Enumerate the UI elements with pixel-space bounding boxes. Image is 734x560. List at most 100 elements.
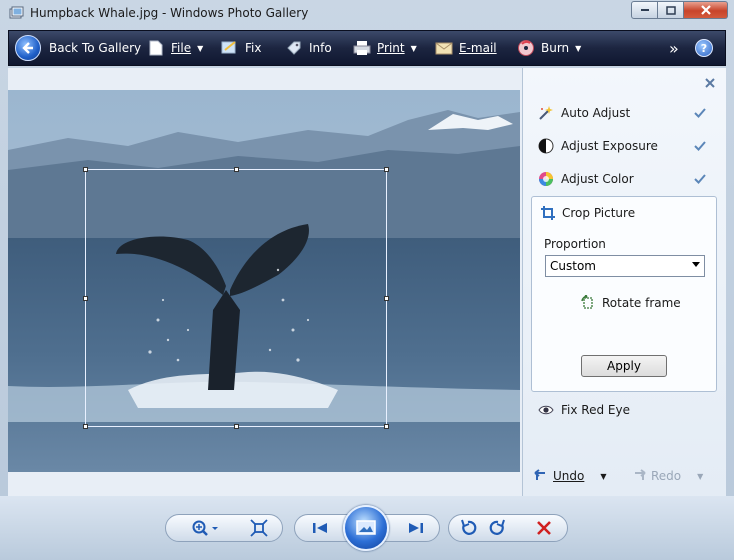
email-button[interactable]: E-mail	[435, 31, 497, 65]
undo-button[interactable]: Undo ▼	[533, 468, 607, 484]
crop-handle-left[interactable]	[83, 296, 88, 301]
rotate-clockwise-icon	[489, 519, 505, 535]
crop-frame[interactable]	[83, 167, 389, 429]
next-button[interactable]	[401, 515, 431, 541]
info-button[interactable]: Info	[285, 31, 332, 65]
previous-button[interactable]	[305, 515, 335, 541]
info-label: Info	[309, 41, 332, 55]
burn-disc-icon	[517, 39, 535, 57]
proportion-dropdown[interactable]: Custom	[545, 255, 705, 277]
photo-viewer[interactable]	[8, 68, 522, 496]
adjust-exposure-label: Adjust Exposure	[561, 139, 658, 153]
chevron-down-icon[interactable]: ▼	[600, 472, 606, 481]
print-menu[interactable]: Print ▼	[353, 31, 417, 65]
next-icon	[409, 523, 423, 533]
title-bar: Humpback Whale.jpg - Windows Photo Galle…	[0, 0, 734, 28]
apply-button[interactable]: Apply	[581, 355, 667, 377]
rotate-frame-icon	[580, 294, 596, 311]
close-icon	[705, 78, 715, 88]
help-icon: ?	[695, 39, 713, 57]
zoom-button[interactable]	[188, 515, 224, 541]
close-icon	[700, 5, 711, 15]
command-bar: Back To Gallery File ▼ Fix Info Print ▼ …	[8, 30, 726, 66]
previous-icon	[313, 523, 327, 533]
adjust-color-item[interactable]: Adjust Color	[537, 168, 634, 190]
rotate-clockwise-button[interactable]	[485, 515, 511, 541]
maximize-button[interactable]	[658, 1, 684, 19]
back-arrow-icon	[15, 35, 41, 61]
checkmark-icon	[694, 174, 706, 184]
more-commands-button[interactable]: »	[669, 31, 679, 65]
delete-button[interactable]	[531, 515, 557, 541]
crop-handle-top-right[interactable]	[384, 167, 389, 172]
auto-adjust-item[interactable]: Auto Adjust	[537, 102, 630, 124]
chevron-down-icon: ▼	[575, 43, 582, 53]
crop-picture-panel: Crop Picture Proportion Custom Rotate fr…	[531, 196, 717, 392]
chevron-down-icon: ▼	[197, 43, 204, 53]
adjust-exposure-item[interactable]: Adjust Exposure	[537, 135, 658, 157]
back-to-gallery-button[interactable]: Back To Gallery	[15, 31, 141, 65]
fix-red-eye-label: Fix Red Eye	[561, 403, 630, 417]
minimize-icon	[640, 9, 649, 11]
fix-button[interactable]: Fix	[221, 31, 261, 65]
printer-icon	[353, 39, 371, 57]
checkmark-icon	[694, 108, 706, 118]
photo-gallery-icon	[8, 6, 24, 22]
rotate-counterclockwise-icon	[461, 519, 477, 535]
photo-gallery-window: Humpback Whale.jpg - Windows Photo Galle…	[0, 0, 734, 560]
crop-handle-bottom[interactable]	[234, 424, 239, 429]
rotate-frame-button[interactable]: Rotate frame	[580, 294, 681, 311]
redo-label: Redo	[651, 469, 682, 483]
crop-picture-header[interactable]: Crop Picture	[540, 205, 635, 221]
checkmark-icon	[694, 141, 706, 151]
close-panel-button[interactable]	[703, 76, 717, 90]
undo-icon	[533, 468, 549, 484]
crop-handle-top[interactable]	[234, 167, 239, 172]
burn-label: Burn	[541, 41, 570, 55]
crop-handle-bottom-left[interactable]	[83, 424, 88, 429]
navigation-bar	[0, 496, 734, 560]
print-label: Print	[377, 41, 405, 55]
maximize-icon	[665, 5, 676, 15]
chevron-down-icon	[692, 262, 700, 267]
proportion-label: Proportion	[544, 237, 606, 251]
fix-red-eye-item[interactable]: Fix Red Eye	[537, 399, 630, 421]
crop-icon	[540, 205, 556, 221]
email-icon	[435, 39, 453, 57]
eye-icon	[537, 401, 555, 419]
chevron-down-icon: ▼	[697, 471, 704, 481]
redo-button[interactable]: Redo ▼	[631, 468, 703, 484]
burn-menu[interactable]: Burn ▼	[517, 31, 581, 65]
slideshow-button[interactable]	[343, 505, 389, 551]
minimize-button[interactable]	[631, 1, 658, 19]
edit-controls-group	[448, 514, 568, 542]
email-label: E-mail	[459, 41, 497, 55]
color-wheel-icon	[537, 170, 555, 188]
photo-image	[8, 90, 520, 472]
adjust-color-label: Adjust Color	[561, 172, 634, 186]
exposure-icon	[537, 137, 555, 155]
delete-icon	[537, 521, 551, 535]
help-button[interactable]: ?	[695, 31, 713, 65]
rotate-frame-label: Rotate frame	[602, 296, 681, 310]
window-controls	[631, 1, 728, 19]
actual-size-icon	[250, 519, 268, 537]
chevron-down-icon: ▼	[410, 43, 417, 53]
crop-handle-right[interactable]	[384, 296, 389, 301]
crop-handle-bottom-right[interactable]	[384, 424, 389, 429]
slideshow-icon	[356, 520, 376, 535]
proportion-value: Custom	[550, 259, 596, 273]
zoom-icon	[192, 520, 218, 536]
rotate-counterclockwise-button[interactable]	[455, 515, 481, 541]
file-icon	[147, 39, 165, 57]
magic-wand-icon	[537, 104, 555, 122]
actual-size-button[interactable]	[246, 515, 272, 541]
info-tag-icon	[285, 39, 303, 57]
crop-picture-label: Crop Picture	[562, 206, 636, 220]
fix-panel: Auto Adjust Adjust Exposure Adjust Color…	[522, 68, 726, 496]
undo-label: Undo	[553, 469, 585, 483]
fix-label: Fix	[245, 41, 262, 55]
close-button[interactable]	[684, 1, 728, 19]
crop-handle-top-left[interactable]	[83, 167, 88, 172]
file-menu[interactable]: File ▼	[147, 31, 203, 65]
